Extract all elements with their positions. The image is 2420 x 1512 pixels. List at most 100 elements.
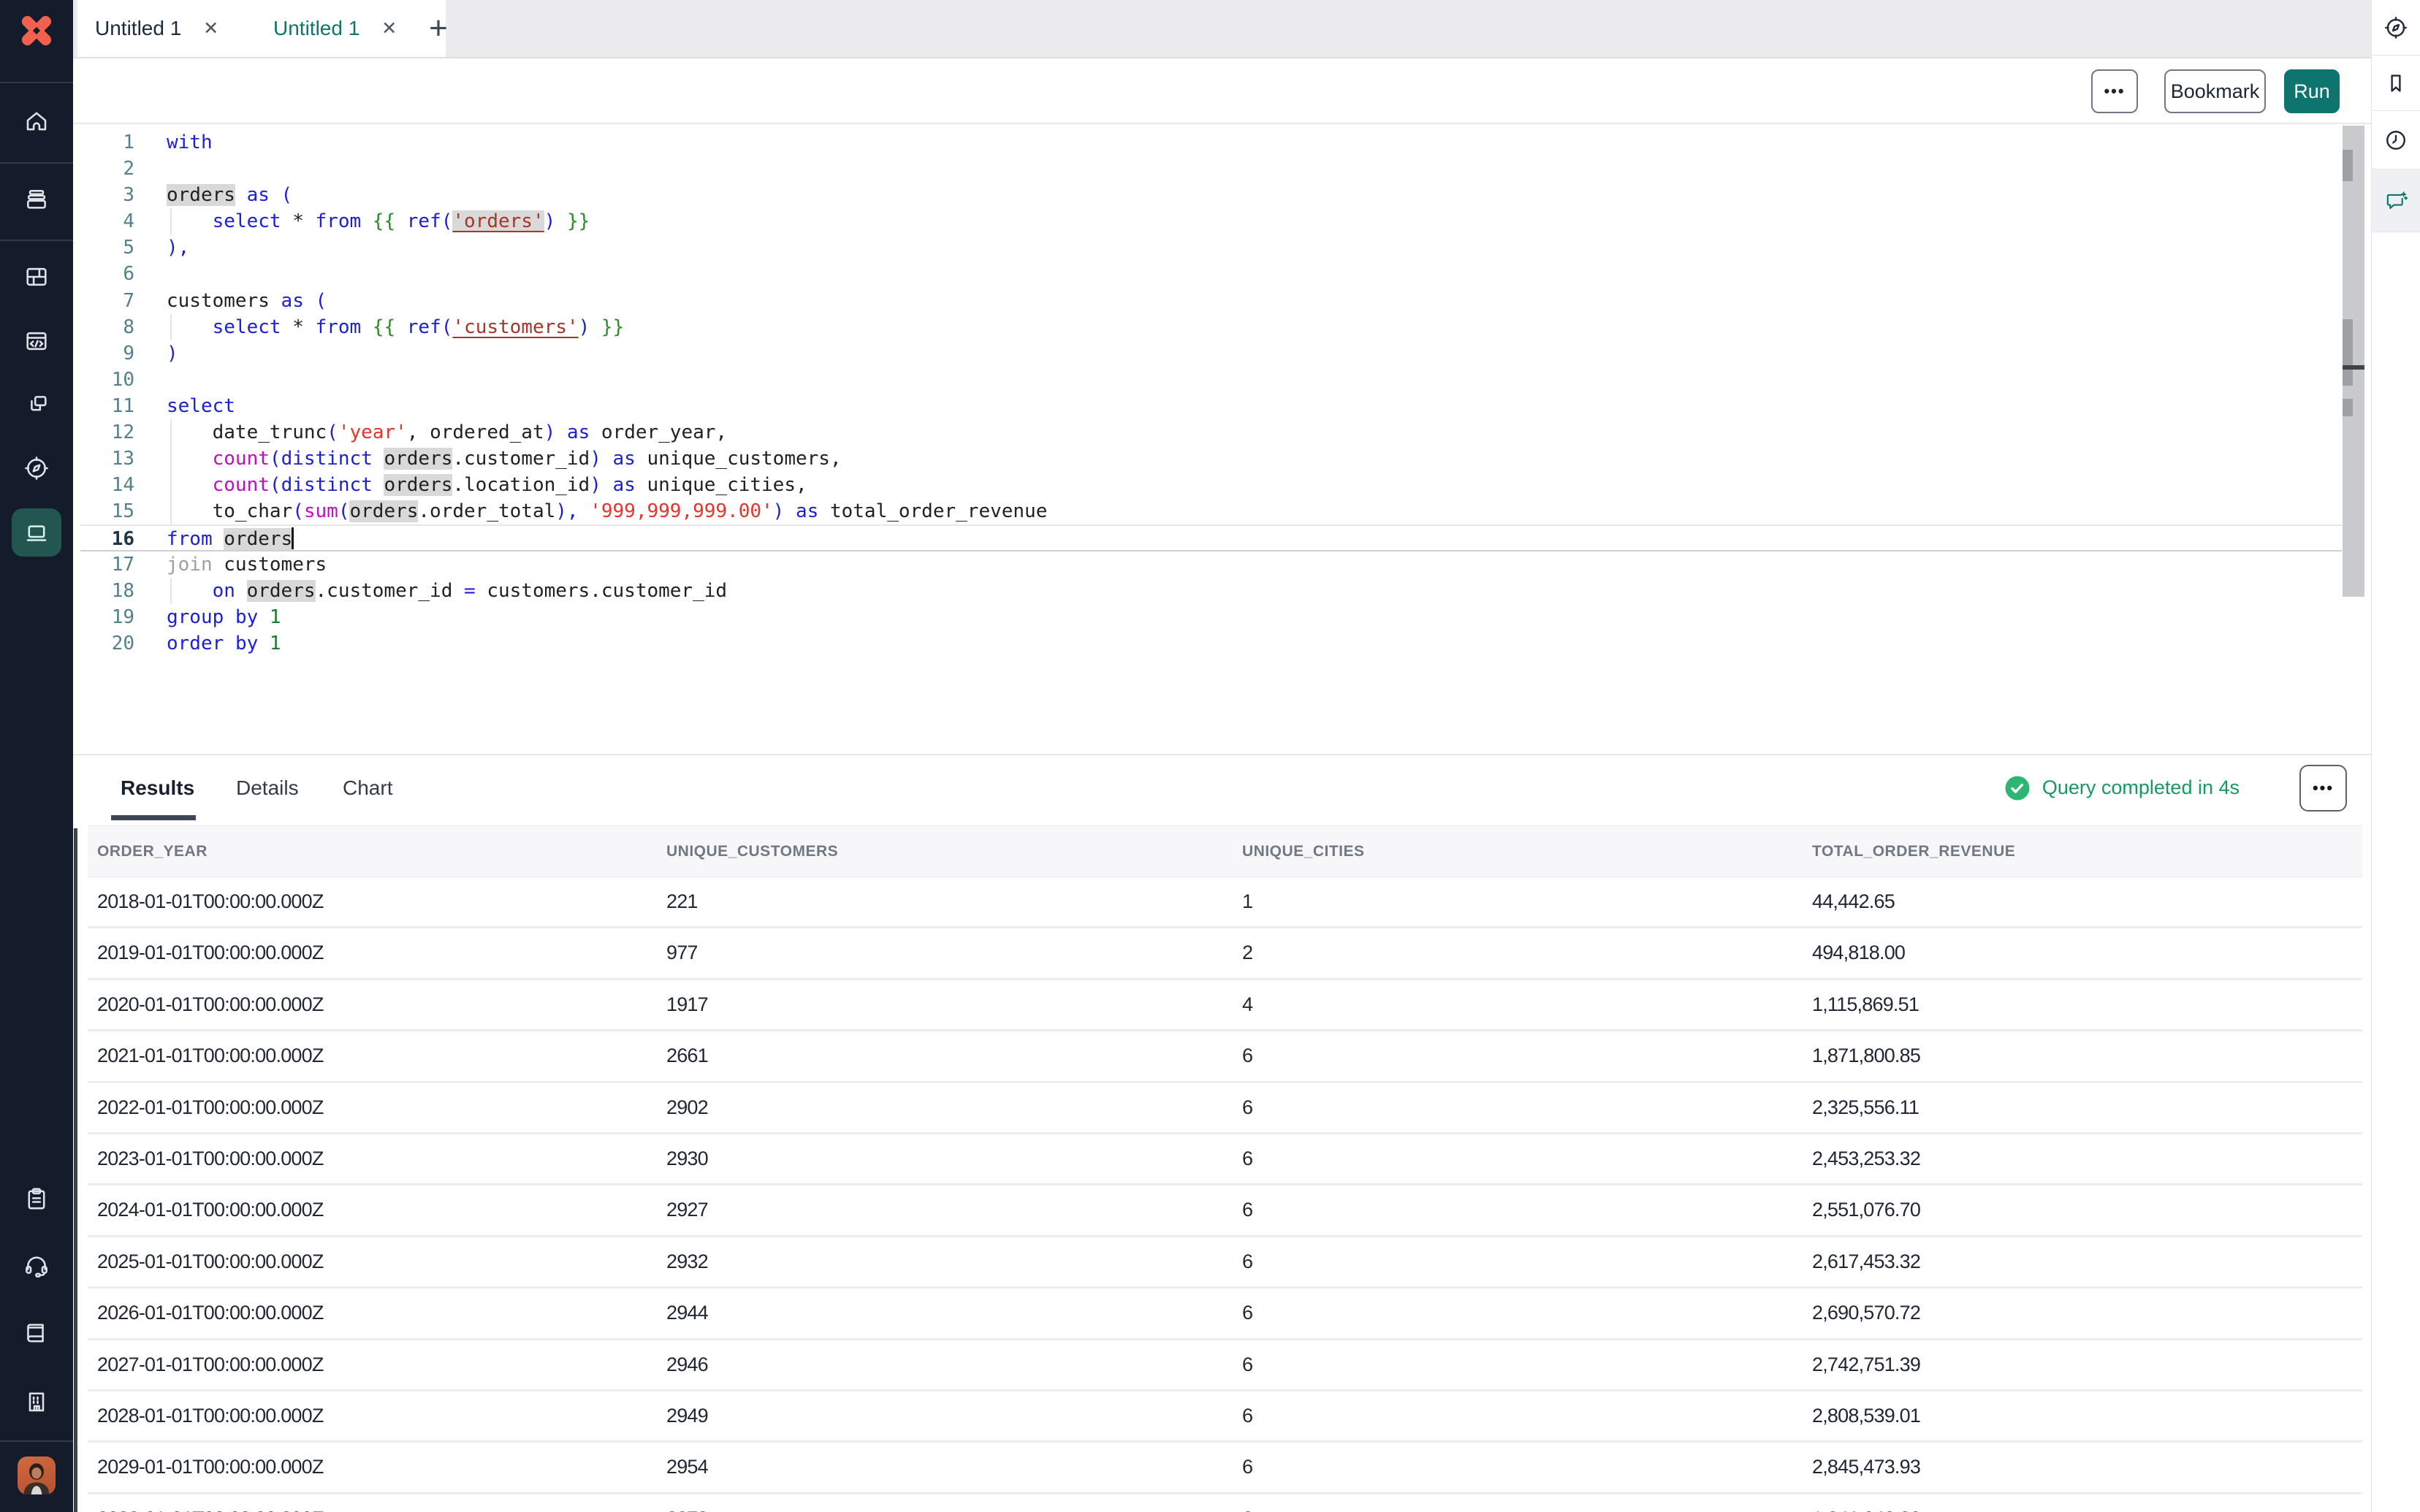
code-line[interactable]: 12 date_trunc('year', ordered_at) as ord… bbox=[80, 419, 2342, 446]
code-line[interactable]: 14 count(distinct orders.location_id) as… bbox=[80, 472, 2342, 498]
run-button[interactable]: Run bbox=[2284, 69, 2340, 113]
user-avatar[interactable] bbox=[18, 1456, 56, 1494]
code-line[interactable]: 13 count(distinct orders.customer_id) as… bbox=[80, 446, 2342, 472]
results-tab-details[interactable]: Details bbox=[236, 755, 299, 820]
sidebar-item-code-window[interactable] bbox=[12, 317, 61, 365]
table-cell: 2030-01-01T00:00:00.000Z bbox=[97, 1494, 324, 1512]
sidebar-item-archive[interactable] bbox=[12, 175, 61, 224]
table-cell: 6 bbox=[1242, 1443, 1252, 1492]
results-tab-results[interactable]: Results bbox=[121, 755, 194, 820]
code-line[interactable]: 3orders as ( bbox=[80, 182, 2342, 208]
table-cell: 2946 bbox=[666, 1340, 708, 1389]
code-line[interactable]: 9) bbox=[80, 340, 2342, 367]
table-cell: 2020-01-01T00:00:00.000Z bbox=[97, 980, 324, 1029]
editor-toolbar: ••• Bookmark Run bbox=[73, 58, 2371, 124]
bookmark-button[interactable]: Bookmark bbox=[2164, 69, 2266, 113]
table-row[interactable]: 2025-01-01T00:00:00.000Z293262,617,453.3… bbox=[88, 1237, 2362, 1288]
results-tab-chart[interactable]: Chart bbox=[343, 755, 392, 820]
table-cell: 2,453,253.32 bbox=[1812, 1134, 1920, 1183]
table-cell: 2024-01-01T00:00:00.000Z bbox=[97, 1185, 324, 1234]
sql-editor[interactable]: 1 with23orders as (4 select * from {{ ref… bbox=[73, 126, 2371, 754]
table-cell: 2944 bbox=[666, 1288, 708, 1337]
table-cell: 2949 bbox=[666, 1391, 708, 1440]
sidebar-item-headset[interactable] bbox=[12, 1242, 61, 1290]
sidebar-divider bbox=[0, 240, 73, 241]
table-row[interactable]: 2028-01-01T00:00:00.000Z294962,808,539.0… bbox=[88, 1391, 2362, 1443]
line-number: 1 bbox=[80, 129, 134, 156]
editor-tab-1[interactable]: Untitled 1 ✕ bbox=[77, 0, 278, 57]
code-line[interactable]: 6 bbox=[80, 261, 2342, 287]
code-line[interactable]: 18 on orders.customer_id = customers.cus… bbox=[80, 578, 2342, 604]
sidebar-item-book[interactable] bbox=[12, 1309, 61, 1357]
table-cell: 2927 bbox=[666, 1185, 708, 1234]
table-row[interactable]: 2027-01-01T00:00:00.000Z294662,742,751.3… bbox=[88, 1340, 2362, 1391]
results-scrollbar[interactable] bbox=[74, 828, 77, 1512]
table-cell: 2902 bbox=[666, 1083, 708, 1132]
code-line[interactable]: 16from orders bbox=[80, 524, 2342, 551]
sidebar-item-windows[interactable] bbox=[12, 380, 61, 428]
right-sidebar-item-chat-sparkle[interactable] bbox=[2372, 169, 2420, 232]
code-line[interactable]: 1 with bbox=[80, 129, 2342, 156]
sidebar-item-compass[interactable] bbox=[12, 444, 61, 492]
text-cursor bbox=[292, 527, 294, 549]
table-cell: 2027-01-01T00:00:00.000Z bbox=[97, 1340, 324, 1389]
sidebar-item-building[interactable] bbox=[12, 1378, 61, 1426]
sidebar-item-dashboard[interactable] bbox=[12, 253, 61, 301]
code-line[interactable]: 2 bbox=[80, 156, 2342, 182]
code-line[interactable]: 17join customers bbox=[80, 551, 2342, 578]
table-row[interactable]: 2020-01-01T00:00:00.000Z191741,115,869.5… bbox=[88, 980, 2362, 1031]
sidebar-item-clipboard[interactable] bbox=[12, 1175, 61, 1223]
sidebar-item-home[interactable] bbox=[12, 97, 61, 145]
table-row[interactable]: 2019-01-01T00:00:00.000Z9772494,818.00 bbox=[88, 928, 2362, 980]
editor-scrollbar[interactable] bbox=[2343, 126, 2364, 597]
table-row[interactable]: 2021-01-01T00:00:00.000Z266161,871,800.8… bbox=[88, 1031, 2362, 1083]
sidebar-item-terminal[interactable] bbox=[12, 508, 61, 557]
bookmark-icon bbox=[2383, 71, 2408, 96]
table-row[interactable]: 2026-01-01T00:00:00.000Z294462,690,570.7… bbox=[88, 1288, 2362, 1340]
code-text: with bbox=[167, 129, 213, 156]
code-line[interactable]: 10 bbox=[80, 367, 2342, 393]
code-line[interactable]: 15 to_char(sum(orders.order_total), '999… bbox=[80, 498, 2342, 524]
table-cell: 6 bbox=[1242, 1237, 1252, 1286]
column-header: TOTAL_ORDER_REVENUE bbox=[1812, 826, 2015, 877]
table-cell: 2019-01-01T00:00:00.000Z bbox=[97, 928, 324, 977]
code-text: from orders bbox=[167, 526, 294, 552]
code-text: to_char(sum(orders.order_total), '999,99… bbox=[167, 498, 1047, 524]
code-line[interactable]: 8 select * from {{ ref('customers') }} bbox=[80, 314, 2342, 340]
table-row[interactable]: 2023-01-01T00:00:00.000Z293062,453,253.3… bbox=[88, 1134, 2362, 1185]
table-row[interactable]: 2022-01-01T00:00:00.000Z290262,325,556.1… bbox=[88, 1083, 2362, 1134]
table-cell: 2022-01-01T00:00:00.000Z bbox=[97, 1083, 324, 1132]
code-line[interactable]: 20order by 1 bbox=[80, 630, 2342, 657]
table-row[interactable]: 2030-01-01T00:00:00.000Z287961,841,049.3… bbox=[88, 1494, 2362, 1512]
code-text: count(distinct orders.customer_id) as un… bbox=[167, 446, 842, 472]
table-cell: 6 bbox=[1242, 1288, 1252, 1337]
code-line[interactable]: 7customers as ( bbox=[80, 288, 2342, 314]
table-cell: 4 bbox=[1242, 980, 1252, 1029]
close-icon[interactable]: ✕ bbox=[203, 18, 218, 39]
results-more-button[interactable]: ••• bbox=[2299, 765, 2347, 812]
main-area: Untitled 1 ✕ Untitled 1 ✕ + ••• Bookmark… bbox=[73, 0, 2371, 1512]
left-sidebar bbox=[0, 0, 73, 1512]
new-tab-button[interactable]: + bbox=[411, 0, 466, 57]
table-row[interactable]: 2024-01-01T00:00:00.000Z292762,551,076.7… bbox=[88, 1185, 2362, 1237]
code-text: ) bbox=[167, 340, 178, 367]
table-row[interactable]: 2029-01-01T00:00:00.000Z295462,845,473.9… bbox=[88, 1443, 2362, 1494]
chat-sparkle-icon bbox=[2383, 188, 2408, 213]
right-sidebar-item-compass[interactable] bbox=[2372, 0, 2420, 56]
right-sidebar bbox=[2371, 0, 2420, 1512]
close-icon[interactable]: ✕ bbox=[381, 18, 397, 39]
table-cell: 2661 bbox=[666, 1031, 708, 1080]
right-sidebar-item-clock[interactable] bbox=[2372, 111, 2420, 169]
code-line[interactable]: 5), bbox=[80, 234, 2342, 261]
right-sidebar-item-bookmark[interactable] bbox=[2372, 56, 2420, 111]
code-text: order by 1 bbox=[167, 630, 281, 657]
more-options-button[interactable]: ••• bbox=[2091, 69, 2138, 113]
code-text: select * from {{ ref('customers') }} bbox=[167, 314, 624, 340]
dashboard-icon bbox=[23, 264, 50, 290]
table-cell: 6 bbox=[1242, 1391, 1252, 1440]
code-line[interactable]: 4 select * from {{ ref('orders') }} bbox=[80, 208, 2342, 234]
code-line[interactable]: 11select bbox=[80, 393, 2342, 419]
results-table-body: 2018-01-01T00:00:00.000Z221144,442.65201… bbox=[88, 877, 2362, 1512]
code-line[interactable]: 19group by 1 bbox=[80, 604, 2342, 630]
table-row[interactable]: 2018-01-01T00:00:00.000Z221144,442.65 bbox=[88, 877, 2362, 928]
